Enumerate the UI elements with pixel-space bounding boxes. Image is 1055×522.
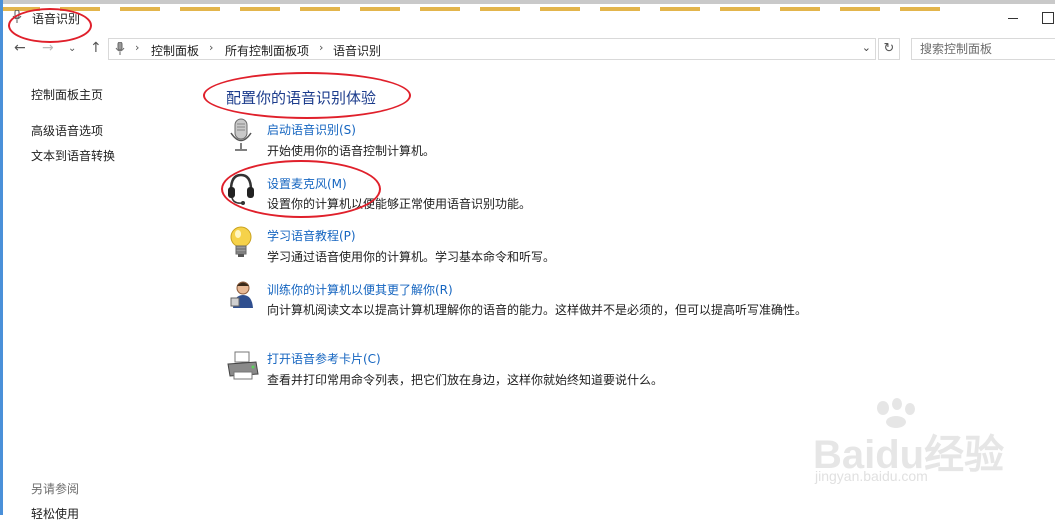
sidebar-link-control-panel-home[interactable]: 控制面板主页 xyxy=(31,86,103,103)
navigation-bar: ← → ⌄ ↑ › 控制面板 › 所有控制面板项 › 语音识别 ⌄ ↻ xyxy=(0,38,1055,62)
train-computer-link[interactable]: 训练你的计算机以便其更了解你(R) xyxy=(267,281,453,298)
minimize-button[interactable] xyxy=(1008,18,1018,19)
microphone-icon xyxy=(115,41,125,59)
maximize-button[interactable] xyxy=(1042,12,1054,24)
watermark-logo: Baidu经验 jingyan.baidu.com xyxy=(805,398,1045,498)
breadcrumb-control-panel[interactable]: 控制面板 xyxy=(151,42,199,59)
microphone-icon xyxy=(226,118,256,151)
search-input[interactable] xyxy=(911,38,1055,60)
printer-icon xyxy=(226,350,259,382)
speech-tutorial-link[interactable]: 学习语音教程(P) xyxy=(267,227,356,244)
item-description: 向计算机阅读文本以提高计算机理解你的语音的能力。这样做并不是必须的，但可以提高听… xyxy=(267,303,808,317)
sidebar-link-advanced-speech[interactable]: 高级语音选项 xyxy=(31,122,103,139)
see-also-heading: 另请参阅 xyxy=(31,482,80,496)
sidebar-link-text-to-speech[interactable]: 文本到语音转换 xyxy=(31,147,115,164)
watermark-url: jingyan.baidu.com xyxy=(815,468,928,484)
microphone-icon xyxy=(12,9,22,27)
user-training-icon xyxy=(226,278,256,310)
breadcrumb-all-items[interactable]: 所有控制面板项 xyxy=(225,42,309,59)
chevron-down-icon[interactable]: ⌄ xyxy=(862,41,871,54)
start-speech-recognition-link[interactable]: 启动语音识别(S) xyxy=(267,121,356,138)
item-description: 学习通过语音使用你的计算机。学习基本命令和听写。 xyxy=(267,250,556,264)
up-button[interactable]: ↑ xyxy=(90,40,102,56)
recent-pages-icon[interactable]: ⌄ xyxy=(68,43,76,54)
address-bar[interactable]: › 控制面板 › 所有控制面板项 › 语音识别 ⌄ xyxy=(108,38,876,60)
headset-icon xyxy=(226,172,256,205)
item-description: 开始使用你的语音控制计算机。 xyxy=(267,144,436,158)
setup-microphone-link[interactable]: 设置麦克风(M) xyxy=(267,175,347,192)
breadcrumb-speech-recognition[interactable]: 语音识别 xyxy=(333,42,381,59)
taskbar-strip xyxy=(0,0,1055,11)
item-description: 查看并打印常用命令列表，把它们放在身边，这样你就始终知道要说什么。 xyxy=(267,373,664,387)
breadcrumb-separator[interactable]: › xyxy=(209,41,213,54)
breadcrumb-separator[interactable]: › xyxy=(319,41,323,54)
window-title: 语音识别 xyxy=(32,12,81,26)
sidebar-link-ease-of-access[interactable]: 轻松使用 xyxy=(31,505,79,522)
refresh-button[interactable]: ↻ xyxy=(878,38,900,60)
open-reference-card-link[interactable]: 打开语音参考卡片(C) xyxy=(267,350,381,367)
breadcrumb-separator[interactable]: › xyxy=(135,41,139,54)
item-description: 设置你的计算机以便能够正常使用语音识别功能。 xyxy=(267,197,532,211)
window-border xyxy=(0,0,3,515)
lightbulb-icon xyxy=(226,225,256,257)
page-title: 配置你的语音识别体验 xyxy=(226,89,377,107)
back-button[interactable]: ← xyxy=(14,40,26,56)
forward-button[interactable]: → xyxy=(42,40,54,56)
title-bar: 语音识别 xyxy=(4,6,1054,30)
